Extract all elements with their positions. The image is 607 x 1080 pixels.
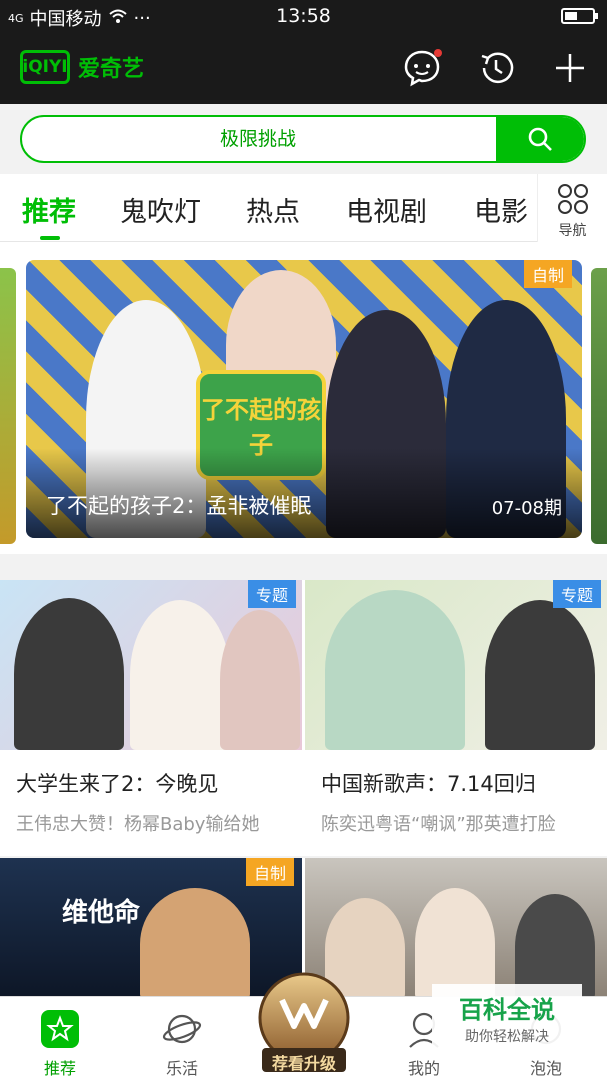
thumb-caption: 维他命	[62, 898, 141, 928]
active-tab-indicator	[40, 236, 60, 240]
hero-episode: 07-08期	[491, 498, 562, 519]
bottom-nav-label: 泡泡	[529, 1059, 562, 1078]
search-button[interactable]	[496, 117, 584, 161]
grid-icon	[558, 184, 588, 214]
card-subtitle: 陈奕迅粤语“嘲讽”那英遭打脸	[321, 814, 556, 835]
search-icon	[528, 127, 552, 151]
hero-title: 了不起的孩子2：孟非被催眠	[46, 494, 312, 518]
bottom-nav-lehuo[interactable]: 乐活	[132, 997, 232, 1080]
app-name: 爱奇艺	[78, 57, 145, 82]
topic-badge: 专题	[552, 580, 601, 608]
tab-tv-series[interactable]: 电视剧	[346, 190, 427, 229]
card-title: 大学生来了2：今晚见	[16, 772, 219, 796]
tab-movies[interactable]: 电影	[474, 190, 528, 229]
hero-banner[interactable]: 了不起的孩子 自制 了不起的孩子2：孟非被催眠 07-08期	[26, 260, 582, 538]
navigation-label: 导航	[558, 223, 587, 239]
section-divider	[0, 554, 607, 580]
thumb-figure	[140, 888, 250, 1000]
star-icon	[40, 1009, 80, 1049]
bottom-nav-recommend[interactable]: 推荐	[10, 997, 110, 1080]
search-bar[interactable]: 极限挑战	[20, 115, 586, 163]
battery-icon	[561, 8, 598, 24]
hero-carousel: 了不起的孩子 自制 了不起的孩子2：孟非被催眠 07-08期	[0, 242, 607, 554]
thumb-figure	[14, 598, 124, 750]
original-badge: 自制	[246, 858, 295, 886]
add-icon[interactable]	[550, 48, 590, 88]
watermark-overlay: 百科全说 助你轻松解决	[432, 984, 582, 1050]
upgrade-button[interactable]: 荐看升级	[248, 966, 360, 1080]
search-area: 极限挑战	[0, 104, 607, 174]
original-badge: 自制	[523, 260, 572, 288]
message-icon[interactable]	[402, 48, 442, 88]
upgrade-label: 荐看升级	[271, 1054, 336, 1073]
carousel-prev-slide[interactable]	[0, 268, 16, 544]
content-card[interactable]: 专题 中国新歌声：7.14回归 陈奕迅粤语“嘲讽”那英遭打脸	[305, 580, 607, 835]
category-tabs: 推荐 鬼吹灯 热点 电视剧 电影 导航	[0, 174, 607, 242]
card-thumbnail: 专题	[305, 580, 607, 750]
bottom-nav-label: 推荐	[43, 1059, 76, 1078]
search-input[interactable]: 极限挑战	[22, 117, 494, 161]
watermark-subtitle: 助你轻松解决	[465, 1029, 549, 1045]
bottom-nav-label: 我的	[407, 1059, 440, 1078]
tab-recommend[interactable]: 推荐	[22, 190, 76, 229]
card-title: 中国新歌声：7.14回归	[321, 772, 536, 796]
tab-ghost-blows-out-light[interactable]: 鬼吹灯	[120, 190, 201, 229]
app-header: iQIYI 爱奇艺	[0, 32, 607, 104]
planet-icon	[162, 1009, 202, 1049]
status-time: 13:58	[276, 5, 331, 27]
watermark-title: 百科全说	[459, 996, 555, 1024]
thumb-figure	[485, 600, 595, 750]
thumb-figure	[220, 610, 300, 750]
carousel-next-slide[interactable]	[591, 268, 607, 544]
history-icon[interactable]	[476, 48, 516, 88]
iqiyi-logo-mark: iQIYI	[20, 50, 70, 84]
topic-badge: 专题	[247, 580, 296, 608]
tab-hot[interactable]: 热点	[246, 190, 300, 229]
app-logo[interactable]: iQIYI 爱奇艺	[20, 50, 144, 84]
thumb-figure	[130, 600, 230, 750]
bottom-nav-label: 乐活	[165, 1059, 198, 1078]
status-bar: 4G 中国移动 ··· 13:58	[0, 0, 607, 32]
content-card[interactable]: 专题 大学生来了2：今晚见 王伟忠大赞！杨幂Baby输给她	[0, 580, 302, 835]
content-grid: 专题 大学生来了2：今晚见 王伟忠大赞！杨幂Baby输给她 专题 中国新歌声：7…	[0, 580, 607, 856]
card-subtitle: 王伟忠大赞！杨幂Baby输给她	[16, 814, 260, 835]
thumb-figure	[325, 590, 465, 750]
navigation-button[interactable]: 导航	[537, 174, 607, 242]
card-thumbnail: 专题	[0, 580, 302, 750]
